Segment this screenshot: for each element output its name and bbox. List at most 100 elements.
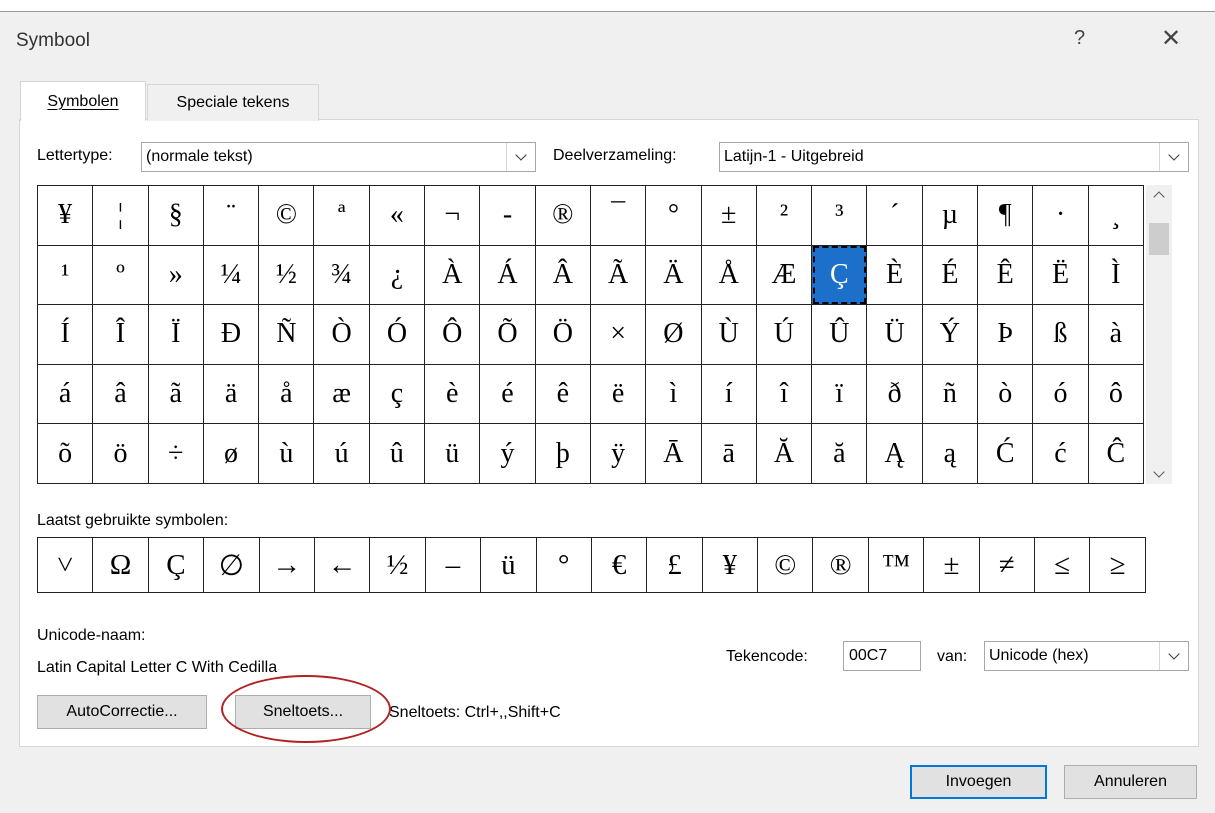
symbol-cell[interactable]: û bbox=[368, 423, 426, 484]
recent-symbol-cell[interactable]: ← bbox=[313, 537, 371, 593]
recent-symbol-cell[interactable]: ∅ bbox=[203, 537, 260, 593]
recent-symbol-cell[interactable]: € bbox=[590, 537, 648, 593]
font-select[interactable]: (normale tekst) bbox=[141, 142, 536, 172]
symbol-cell[interactable]: Á bbox=[479, 244, 536, 306]
recent-symbols-grid[interactable]: ˅ Ω Ç ∅ → ← ½ – ü ° € £ ¥ © ® ™ ± ≠ ≤ ≥ bbox=[36, 537, 1146, 593]
scroll-up-icon[interactable] bbox=[1146, 185, 1172, 205]
symbol-cell[interactable]: Ñ bbox=[258, 304, 315, 365]
symbol-cell[interactable]: Ü bbox=[866, 304, 923, 365]
symbol-cell[interactable]: ¥ bbox=[36, 185, 94, 246]
symbol-cell[interactable]: ¸ bbox=[1087, 185, 1145, 246]
symbol-cell[interactable]: ÿ bbox=[589, 423, 647, 484]
symbol-cell[interactable]: ¼ bbox=[202, 244, 260, 306]
symbol-cell[interactable]: ì bbox=[645, 363, 702, 425]
recent-symbol-cell[interactable]: ≥ bbox=[1089, 537, 1146, 593]
symbol-cell[interactable]: Î bbox=[92, 304, 149, 365]
recent-symbol-cell[interactable]: ™ bbox=[867, 537, 925, 593]
help-button[interactable]: ? bbox=[1074, 27, 1085, 50]
symbol-cell[interactable]: Ù bbox=[700, 304, 757, 365]
recent-symbol-cell[interactable]: – bbox=[424, 537, 482, 593]
symbol-cell[interactable]: È bbox=[866, 244, 923, 306]
symbol-cell[interactable]: ¾ bbox=[313, 244, 370, 306]
grid-scrollbar[interactable] bbox=[1146, 185, 1172, 484]
from-select[interactable]: Unicode (hex) bbox=[984, 641, 1189, 671]
symbol-cell[interactable]: ó bbox=[1032, 363, 1089, 425]
symbol-cell[interactable]: « bbox=[368, 185, 426, 246]
symbol-cell[interactable]: Ć bbox=[977, 423, 1034, 484]
symbol-cell[interactable]: þ bbox=[534, 423, 591, 484]
recent-symbol-cell[interactable]: ° bbox=[535, 537, 592, 593]
recent-symbol-cell[interactable]: £ bbox=[646, 537, 703, 593]
recent-symbol-cell[interactable]: ˅ bbox=[36, 537, 94, 593]
symbol-cell[interactable]: â bbox=[92, 363, 149, 425]
symbol-cell[interactable]: × bbox=[589, 304, 647, 365]
symbol-cell[interactable]: Ë bbox=[1032, 244, 1089, 306]
cancel-button[interactable]: Annuleren bbox=[1064, 765, 1197, 799]
symbol-cell[interactable]: Æ bbox=[755, 244, 813, 306]
symbol-cell[interactable]: Ò bbox=[313, 304, 370, 365]
symbol-cell[interactable]: Ó bbox=[368, 304, 426, 365]
charcode-input[interactable]: 00C7 bbox=[843, 641, 921, 671]
recent-symbol-cell[interactable]: Ω bbox=[92, 537, 149, 593]
symbol-cell[interactable]: º bbox=[92, 244, 149, 306]
symbol-cell[interactable]: ¨ bbox=[202, 185, 260, 246]
symbol-cell[interactable]: · bbox=[1032, 185, 1089, 246]
symbol-cell[interactable]: Õ bbox=[479, 304, 536, 365]
recent-symbol-cell[interactable]: ½ bbox=[369, 537, 426, 593]
symbol-cell[interactable]: Ý bbox=[921, 304, 979, 365]
symbol-cell[interactable]: Ø bbox=[645, 304, 702, 365]
symbol-cell[interactable]: µ bbox=[921, 185, 979, 246]
symbol-cell[interactable]: á bbox=[36, 363, 94, 425]
tab-symbols[interactable]: Symbolen bbox=[20, 81, 146, 121]
symbol-cell[interactable]: ë bbox=[589, 363, 647, 425]
chevron-down-icon[interactable] bbox=[506, 143, 535, 171]
symbol-cell[interactable]: ª bbox=[313, 185, 370, 246]
autocorrect-button[interactable]: AutoCorrectie... bbox=[37, 695, 207, 729]
symbol-cell[interactable]: ³ bbox=[811, 185, 868, 246]
symbol-cell[interactable]: Ï bbox=[147, 304, 204, 365]
symbol-cell[interactable]: ä bbox=[202, 363, 260, 425]
symbol-cell[interactable]: é bbox=[479, 363, 536, 425]
symbol-cell[interactable]: è bbox=[424, 363, 481, 425]
symbol-cell[interactable]: Ô bbox=[424, 304, 481, 365]
symbol-cell[interactable]: ° bbox=[645, 185, 702, 246]
symbol-cell[interactable]: ü bbox=[424, 423, 481, 484]
symbol-cell[interactable]: õ bbox=[36, 423, 94, 484]
symbol-cell[interactable]: ú bbox=[313, 423, 370, 484]
symbol-cell[interactable]: ¯ bbox=[589, 185, 647, 246]
symbol-cell[interactable]: Ă bbox=[755, 423, 813, 484]
subset-select[interactable]: Latijn-1 - Uitgebreid bbox=[719, 142, 1189, 172]
symbol-cell[interactable]: ½ bbox=[258, 244, 315, 306]
symbol-cell[interactable]: Ê bbox=[977, 244, 1034, 306]
symbol-cell[interactable]: ß bbox=[1032, 304, 1089, 365]
scroll-down-icon[interactable] bbox=[1146, 464, 1172, 484]
chevron-down-icon[interactable] bbox=[1159, 143, 1188, 171]
symbol-cell[interactable]: ć bbox=[1032, 423, 1089, 484]
chevron-down-icon[interactable] bbox=[1159, 642, 1188, 670]
symbol-cell[interactable]: î bbox=[755, 363, 813, 425]
symbol-cell[interactable]: ï bbox=[811, 363, 868, 425]
symbol-cell[interactable]: ā bbox=[700, 423, 757, 484]
shortcut-key-button[interactable]: Sneltoets... bbox=[235, 695, 371, 729]
symbol-cell[interactable]: Ö bbox=[534, 304, 591, 365]
symbol-cell[interactable]: Í bbox=[36, 304, 94, 365]
symbol-cell[interactable]: ¹ bbox=[36, 244, 94, 306]
scroll-thumb[interactable] bbox=[1149, 223, 1169, 255]
symbol-cell[interactable]: ô bbox=[1087, 363, 1145, 425]
symbol-cell[interactable]: Ą bbox=[866, 423, 923, 484]
insert-button[interactable]: Invoegen bbox=[910, 765, 1047, 799]
symbol-cell[interactable]: ö bbox=[92, 423, 149, 484]
symbol-cell[interactable]: É bbox=[921, 244, 979, 306]
symbol-cell[interactable]: å bbox=[258, 363, 315, 425]
recent-symbol-cell[interactable]: ® bbox=[812, 537, 869, 593]
symbol-cell[interactable]: Â bbox=[534, 244, 591, 306]
symbol-cell[interactable]: í bbox=[700, 363, 757, 425]
symbol-cell[interactable]: ¶ bbox=[977, 185, 1034, 246]
recent-symbol-cell[interactable]: ü bbox=[480, 537, 537, 593]
symbol-cell[interactable]: Ç bbox=[811, 244, 868, 306]
recent-symbol-cell[interactable]: ¥ bbox=[701, 537, 759, 593]
symbol-cell[interactable]: à bbox=[1087, 304, 1145, 365]
symbol-cell[interactable]: © bbox=[258, 185, 315, 246]
symbol-cell[interactable]: Ú bbox=[755, 304, 813, 365]
symbol-cell[interactable]: ² bbox=[755, 185, 813, 246]
